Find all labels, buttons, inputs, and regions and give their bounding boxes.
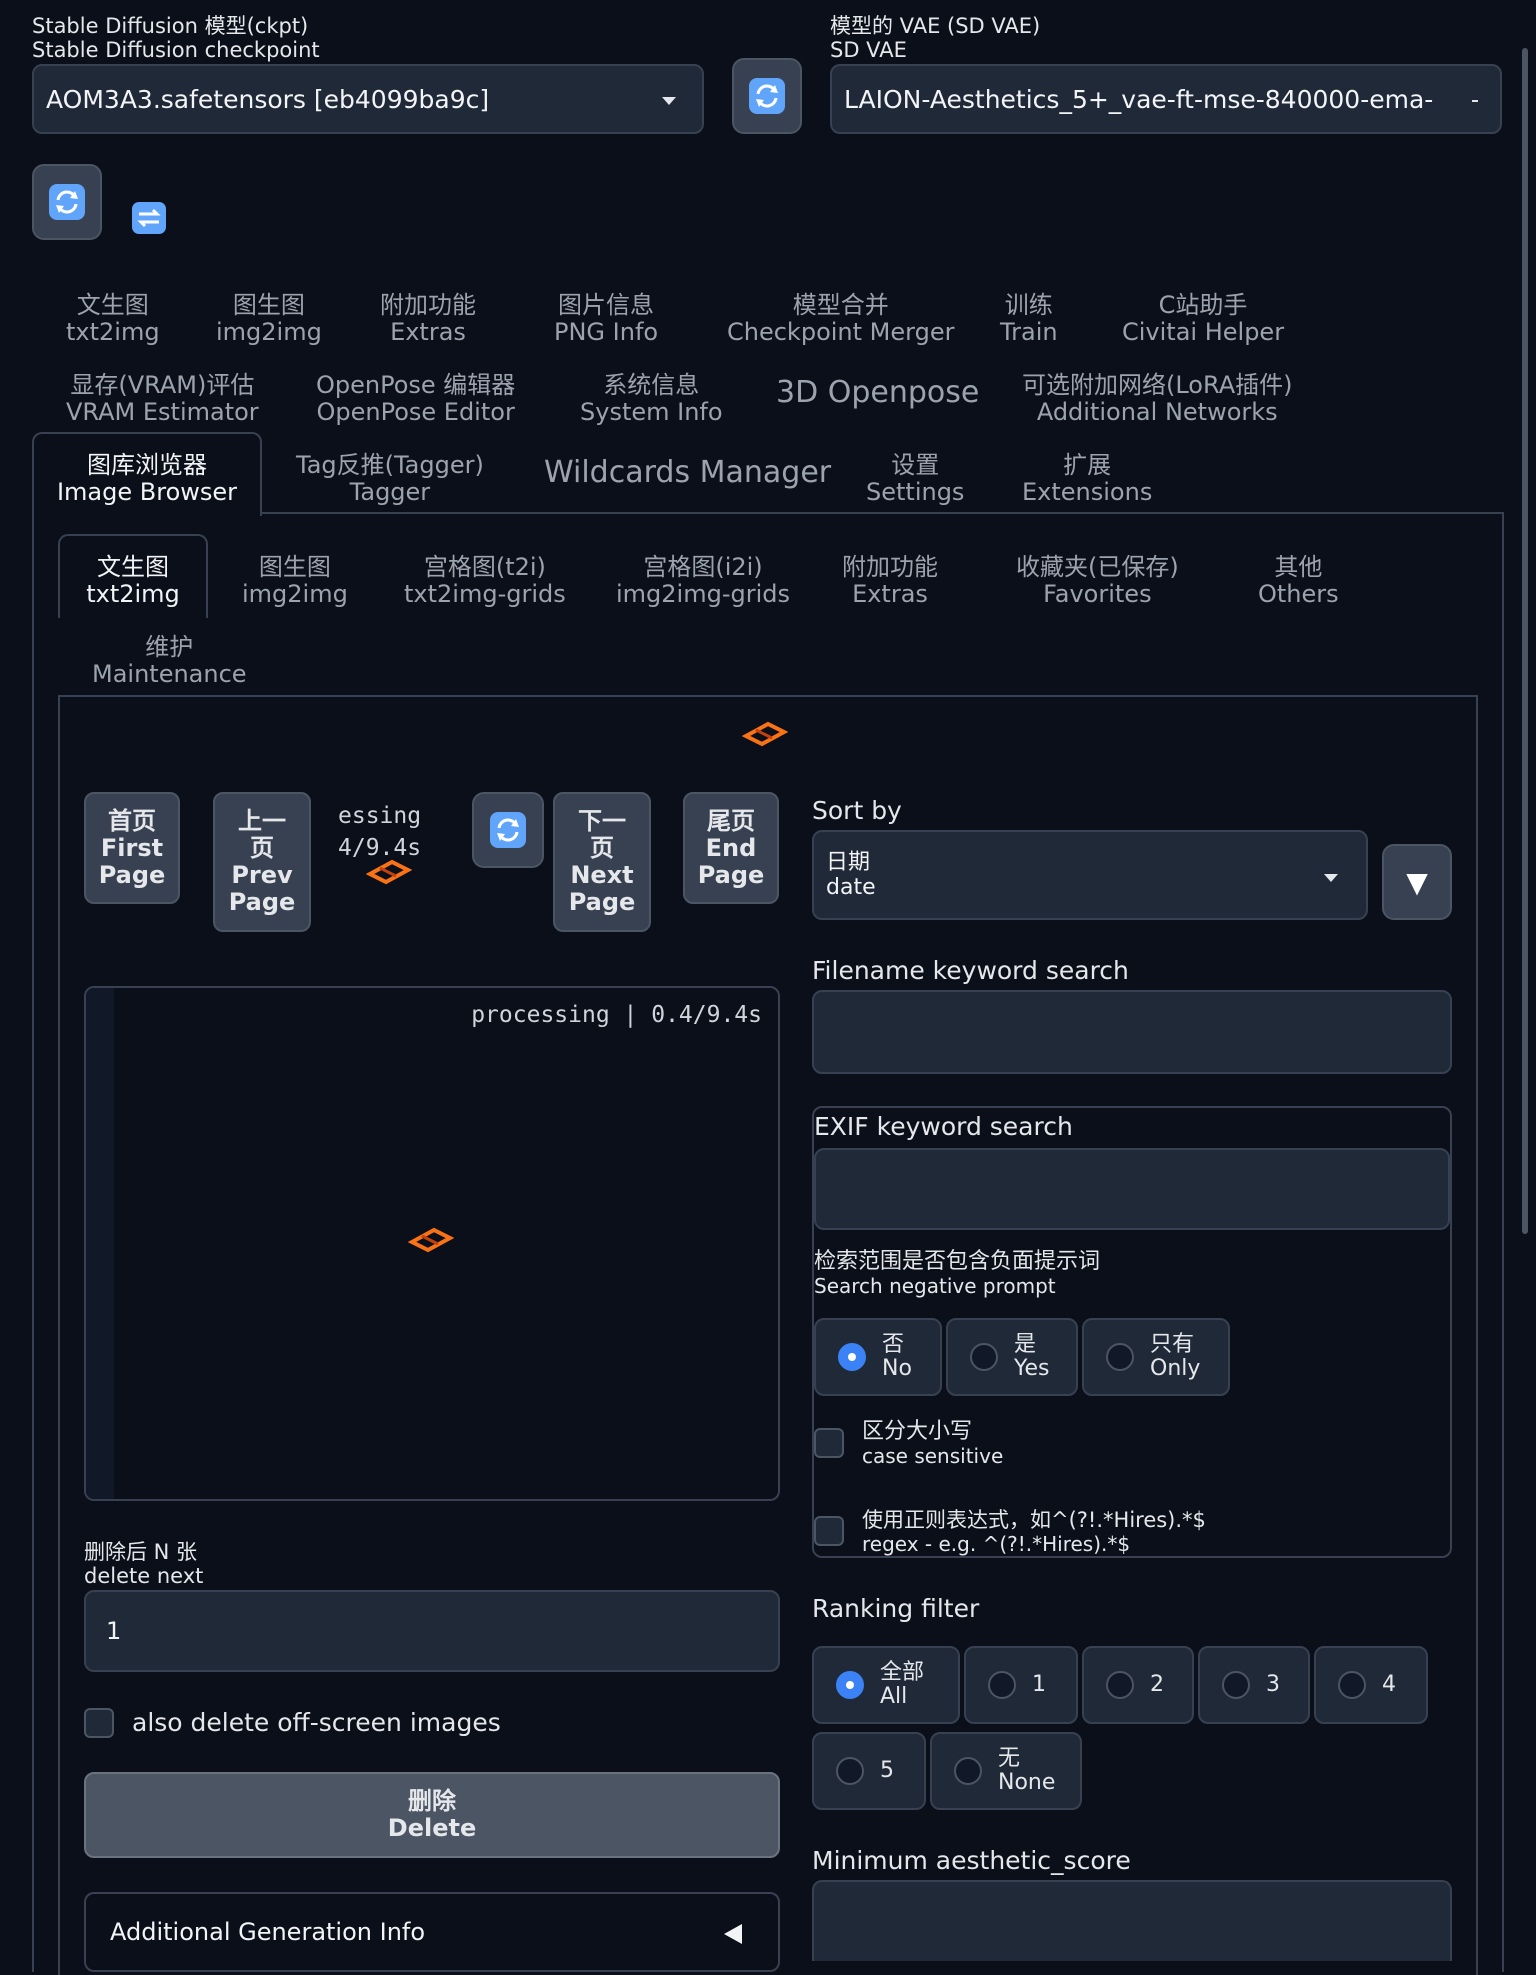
tab-extras[interactable]: 附加功能 Extras <box>380 292 476 346</box>
radio-icon <box>1338 1671 1366 1699</box>
delete-button[interactable]: 删除 Delete <box>84 1772 780 1858</box>
subtab-img2img[interactable]: 图生图 img2img <box>242 554 348 608</box>
vae-value: LAION-Aesthetics_5+_vae-ft-mse-840000-em… <box>844 84 1434 114</box>
ranking-option-3[interactable]: 3 <box>1198 1646 1310 1724</box>
case-sensitive-checkbox[interactable] <box>814 1428 844 1458</box>
delete-next-label: 删除后 N 张 delete next <box>84 1540 204 1588</box>
tab-system-info[interactable]: 系统信息 System Info <box>580 372 723 426</box>
delete-next-input[interactable]: 1 <box>84 1590 780 1672</box>
subtab-extras[interactable]: 附加功能 Extras <box>842 554 938 608</box>
gallery-status: processing | 0.4/9.4s <box>471 1002 762 1028</box>
ranking-filter-label: Ranking filter <box>812 1594 980 1623</box>
filename-search-label: Filename keyword search <box>812 956 1129 985</box>
sort-dropdown[interactable]: 日期 date <box>812 830 1368 920</box>
tab-settings[interactable]: 设置 Settings <box>866 452 964 506</box>
tab-openpose-editor[interactable]: OpenPose 编辑器 OpenPose Editor <box>316 372 515 426</box>
refresh-icon <box>49 184 85 220</box>
refresh-checkpoint-button[interactable] <box>732 58 802 134</box>
refresh-all-button[interactable] <box>32 164 102 240</box>
subtab-img2img-grids[interactable]: 宫格图(i2i) img2img-grids <box>616 554 790 608</box>
ranking-option-4[interactable]: 4 <box>1314 1646 1428 1724</box>
ranking-option-1[interactable]: 1 <box>964 1646 1078 1724</box>
tab-extensions[interactable]: 扩展 Extensions <box>1022 452 1152 506</box>
chevron-down-icon <box>1472 100 1478 102</box>
collapse-arrow-icon <box>724 1924 742 1944</box>
additional-info-accordion[interactable]: Additional Generation Info <box>84 1892 780 1972</box>
radio-selected-icon <box>838 1343 866 1371</box>
negative-option-no[interactable]: 否 No <box>814 1318 942 1396</box>
tab-vram-estimator[interactable]: 显存(VRAM)评估 VRAM Estimator <box>66 372 259 426</box>
next-page-button[interactable]: 下一页 Next Page <box>553 792 651 932</box>
tab-img2img[interactable]: 图生图 img2img <box>216 292 322 346</box>
offscreen-delete-label: also delete off-screen images <box>132 1708 501 1737</box>
ranking-option-none[interactable]: 无 None <box>930 1732 1082 1810</box>
swap-icon <box>132 202 166 234</box>
tab-train[interactable]: 训练 Train <box>1000 292 1058 346</box>
chevron-down-icon <box>1324 874 1338 882</box>
aesthetic-score-input[interactable] <box>812 1880 1452 1961</box>
refresh-icon <box>749 78 785 114</box>
radio-selected-icon <box>836 1671 864 1699</box>
tab-checkpoint-merger[interactable]: 模型合并 Checkpoint Merger <box>727 292 954 346</box>
chevron-down-icon <box>662 97 676 105</box>
negative-option-yes[interactable]: 是 Yes <box>946 1318 1078 1396</box>
tab-txt2img[interactable]: 文生图 txt2img <box>66 292 160 346</box>
tab-tagger[interactable]: Tag反推(Tagger) Tagger <box>296 452 484 506</box>
sort-order-icon: ▼ <box>1406 865 1428 899</box>
radio-icon <box>1222 1671 1250 1699</box>
checkpoint-value: AOM3A3.safetensors [eb4099ba9c] <box>46 84 490 114</box>
first-page-button[interactable]: 首页 First Page <box>84 792 180 904</box>
loading-icon <box>408 1227 454 1253</box>
gallery-scroll-gutter <box>86 988 114 1499</box>
tab-image-browser-active[interactable]: 图库浏览器 Image Browser <box>32 432 262 516</box>
refresh-icon <box>490 812 526 848</box>
negative-option-only[interactable]: 只有 Only <box>1082 1318 1230 1396</box>
subtab-txt2img-grids[interactable]: 宫格图(t2i) txt2img-grids <box>404 554 566 608</box>
radio-icon <box>988 1671 1016 1699</box>
filename-search-input[interactable] <box>812 990 1452 1074</box>
aesthetic-score-label: Minimum aesthetic_score <box>812 1846 1131 1875</box>
page-scrollbar[interactable] <box>1522 48 1528 1234</box>
sort-order-button[interactable]: ▼ <box>1382 844 1452 920</box>
vae-dropdown[interactable]: LAION-Aesthetics_5+_vae-ft-mse-840000-em… <box>830 64 1502 134</box>
tab-civitai-helper[interactable]: C站助手 Civitai Helper <box>1122 292 1284 346</box>
prev-page-button[interactable]: 上一页 Prev Page <box>213 792 311 932</box>
radio-icon <box>1106 1343 1134 1371</box>
ranking-option-5[interactable]: 5 <box>812 1732 926 1810</box>
loading-icon <box>742 721 788 747</box>
sort-label: Sort by <box>812 796 902 825</box>
end-page-button[interactable]: 尾页 End Page <box>683 792 779 904</box>
tab-3d-openpose[interactable]: 3D Openpose <box>776 374 979 412</box>
radio-icon <box>970 1343 998 1371</box>
subtab-maintenance[interactable]: 维护 Maintenance <box>92 634 247 688</box>
radio-icon <box>954 1757 982 1785</box>
checkpoint-label: Stable Diffusion 模型(ckpt) Stable Diffusi… <box>32 14 320 62</box>
loading-icon <box>366 859 412 885</box>
image-gallery[interactable]: processing | 0.4/9.4s <box>84 986 780 1501</box>
checkpoint-dropdown[interactable]: AOM3A3.safetensors [eb4099ba9c] <box>32 64 704 134</box>
ranking-option-all[interactable]: 全部 All <box>812 1646 960 1724</box>
tab-png-info[interactable]: 图片信息 PNG Info <box>554 292 658 346</box>
tab-wildcards-manager[interactable]: Wildcards Manager <box>544 454 831 492</box>
subtab-txt2img-active[interactable]: 文生图 txt2img <box>58 534 208 618</box>
swap-icon-button[interactable] <box>130 200 168 236</box>
ranking-option-2[interactable]: 2 <box>1082 1646 1194 1724</box>
vae-label: 模型的 VAE (SD VAE) SD VAE <box>830 14 1041 62</box>
exif-search-input[interactable] <box>814 1148 1450 1230</box>
subtab-favorites[interactable]: 收藏夹(已保存) Favorites <box>1016 554 1179 608</box>
radio-icon <box>836 1757 864 1785</box>
subtab-others[interactable]: 其他 Others <box>1258 554 1339 608</box>
regex-checkbox[interactable] <box>814 1516 844 1546</box>
offscreen-delete-checkbox[interactable] <box>84 1708 114 1738</box>
regex-label: 使用正则表达式，如^(?!.*Hires).*$ regex - e.g. ^(… <box>862 1508 1206 1556</box>
case-sensitive-label: 区分大小写 case sensitive <box>862 1419 1004 1469</box>
exif-search-label: EXIF keyword search <box>814 1112 1073 1141</box>
negative-prompt-label: 检索范围是否包含负面提示词 Search negative prompt <box>814 1249 1101 1299</box>
radio-icon <box>1106 1671 1134 1699</box>
tab-additional-networks[interactable]: 可选附加网络(LoRA插件) Additional Networks <box>1022 372 1292 426</box>
refresh-gallery-button[interactable] <box>472 792 544 868</box>
